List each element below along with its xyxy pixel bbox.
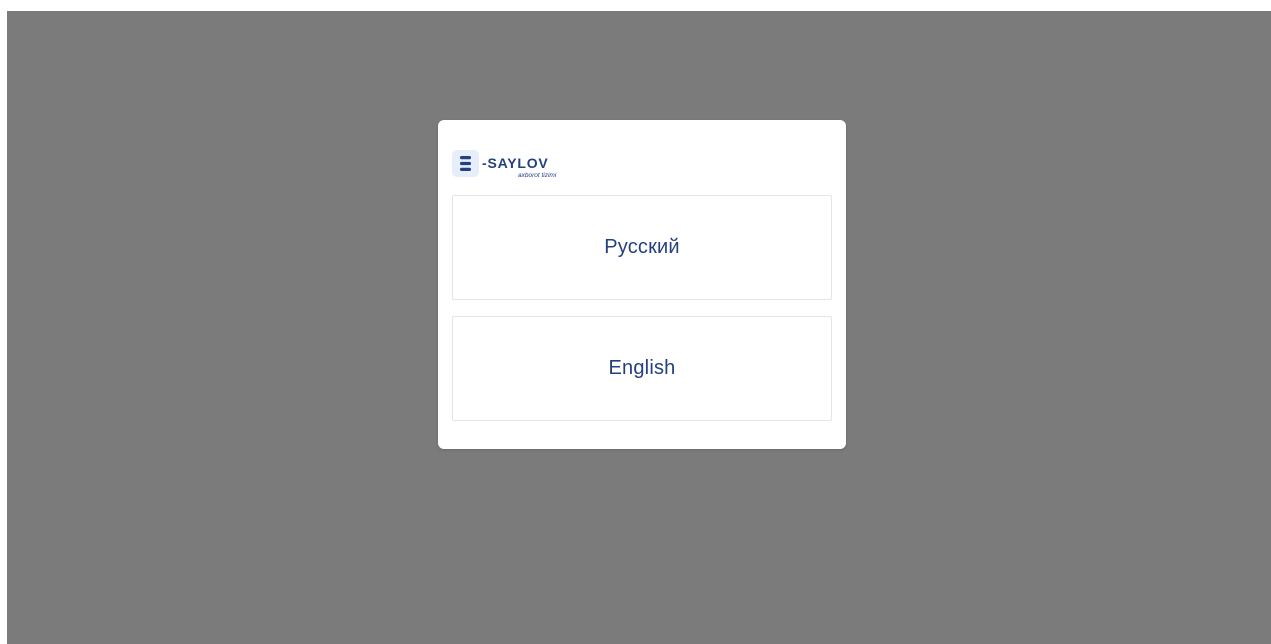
language-russian-label: Русский <box>604 236 680 258</box>
language-english-label: English <box>608 357 676 379</box>
e-saylov-logo-image: -SAYLOV axborot tizimi <box>452 150 557 179</box>
language-select-dialog: -SAYLOV axborot tizimi Русский English <box>438 120 846 449</box>
language-english-button[interactable]: English <box>452 316 832 421</box>
e-saylov-logo: -SAYLOV axborot tizimi <box>452 150 592 180</box>
logo-subtitle: axborot tizimi <box>518 172 557 179</box>
logo-text: -SAYLOV <box>482 155 549 171</box>
modal-backdrop: -SAYLOV axborot tizimi Русский English <box>7 11 1271 644</box>
language-russian-button[interactable]: Русский <box>452 195 832 300</box>
